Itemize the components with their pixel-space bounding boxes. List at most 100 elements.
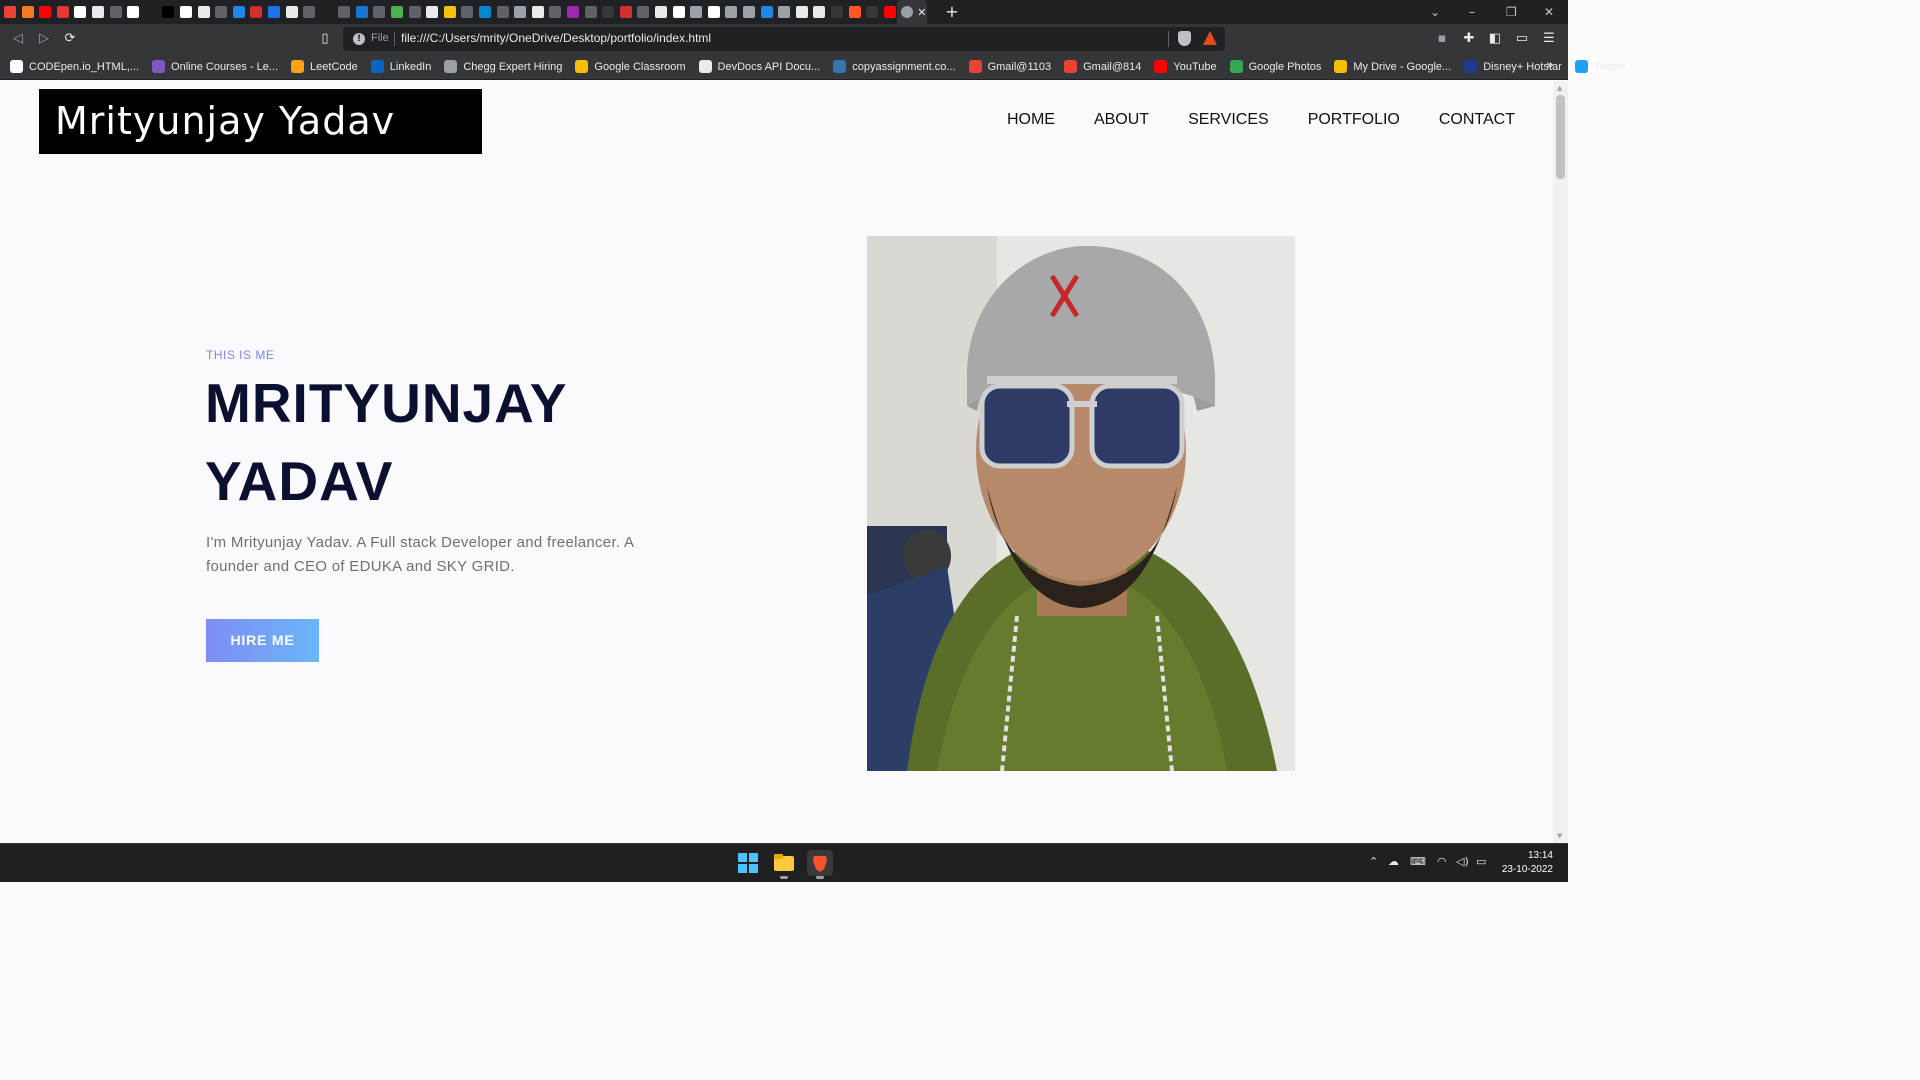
browser-tab[interactable]	[35, 0, 53, 24]
browser-tab[interactable]: W	[70, 0, 88, 24]
browser-tab[interactable]: Ar	[229, 0, 247, 24]
url-text[interactable]: file:///C:/Users/mrity/OneDrive/Desktop/…	[401, 31, 711, 45]
site-logo[interactable]: Mrityunjay Yadav	[39, 89, 482, 154]
browser-tab[interactable]	[53, 0, 71, 24]
browser-tab[interactable]	[440, 0, 458, 24]
brave-browser-icon[interactable]	[807, 850, 833, 879]
sidebar-icon[interactable]: ◧	[1487, 31, 1503, 47]
wallet-icon[interactable]: ▭	[1514, 31, 1530, 47]
browser-tab[interactable]: Se	[282, 0, 300, 24]
show-hidden-icons[interactable]: ⌃	[1369, 855, 1378, 868]
bookmark-item[interactable]: Twitter	[1574, 60, 1626, 73]
scroll-thumb[interactable]	[1556, 95, 1565, 179]
rewards-icon[interactable]	[1203, 31, 1217, 45]
browser-tab[interactable]: C	[457, 0, 475, 24]
onedrive-icon[interactable]: ☁	[1388, 855, 1399, 868]
browser-tab[interactable]: Yc	[422, 0, 440, 24]
bookmark-item[interactable]: Gmail@814	[1064, 60, 1141, 73]
nav-link-services[interactable]: SERVICES	[1188, 111, 1269, 129]
browser-tab[interactable]: Fc	[669, 0, 687, 24]
tab-close-icon[interactable]: ✕	[917, 6, 926, 19]
scroll-down-icon[interactable]: ▼	[1557, 832, 1562, 840]
clock[interactable]: 13:14 23-10-2022	[1502, 849, 1553, 877]
browser-tab[interactable]	[352, 0, 370, 24]
bookmark-item[interactable]: LeetCode	[291, 60, 358, 73]
browser-tab[interactable]	[264, 0, 282, 24]
tab-active[interactable]: ✕	[897, 0, 928, 24]
browser-tab[interactable]: fil	[721, 0, 739, 24]
browser-tab[interactable]: fo	[651, 0, 669, 24]
browser-tab[interactable]	[563, 0, 581, 24]
browser-tab[interactable]	[194, 0, 212, 24]
nav-link-home[interactable]: HOME	[1007, 111, 1055, 129]
browser-tab[interactable]: Be	[158, 0, 176, 24]
browser-tab[interactable]: H	[845, 0, 863, 24]
browser-tab[interactable]: Be	[211, 0, 229, 24]
bookmark-item[interactable]: Online Courses - Le...	[152, 60, 278, 73]
shield-icon[interactable]	[1178, 31, 1191, 46]
browser-tab[interactable]: G	[369, 0, 387, 24]
bookmark-item[interactable]: Google Classroom	[575, 60, 686, 73]
volume-icon[interactable]: ◁)	[1456, 855, 1469, 868]
browser-tab[interactable]: O	[493, 0, 511, 24]
browser-tab[interactable]: C	[633, 0, 651, 24]
bookmark-icon[interactable]: ▯	[317, 31, 333, 47]
bookmark-item[interactable]: Google Photos	[1229, 60, 1321, 73]
browser-tab[interactable]: fo	[299, 0, 317, 24]
keyboard-icon[interactable]: ⌨	[1410, 855, 1426, 868]
browser-tab[interactable]: Yc	[792, 0, 810, 24]
browser-tab[interactable]	[88, 0, 106, 24]
browser-tab[interactable]: fil	[774, 0, 792, 24]
browser-tab[interactable]	[387, 0, 405, 24]
bookmark-item[interactable]: CODEpen.io_HTML,...	[10, 60, 139, 73]
reload-icon[interactable]: ⟳	[62, 31, 78, 47]
wifi-icon[interactable]: ◠	[1437, 855, 1447, 868]
browser-tab[interactable]: D	[757, 0, 775, 24]
bookmark-item[interactable]: Chegg Expert Hiring	[444, 60, 562, 73]
scroll-up-icon[interactable]: ▲	[1557, 84, 1562, 92]
hire-me-button[interactable]: HIRE ME	[206, 619, 319, 662]
browser-tab[interactable]: m	[246, 0, 264, 24]
nav-link-portfolio[interactable]: PORTFOLIO	[1308, 111, 1400, 129]
bookmark-item[interactable]: YouTube	[1154, 60, 1217, 73]
bookmark-item[interactable]: copyassignment.co...	[833, 60, 956, 73]
browser-tab[interactable]: St	[334, 0, 352, 24]
browser-tab[interactable]: fil	[739, 0, 757, 24]
browser-tab[interactable]	[616, 0, 634, 24]
bookmark-item[interactable]: LinkedIn	[370, 60, 431, 73]
new-tab-button[interactable]: +	[945, 4, 958, 20]
browser-tab[interactable]	[528, 0, 546, 24]
browser-tab[interactable]: C	[0, 0, 18, 24]
browser-tab[interactable]: W	[123, 0, 141, 24]
bookmark-item[interactable]: Gmail@1103	[968, 60, 1051, 73]
browser-tab[interactable]	[141, 0, 159, 24]
nav-link-about[interactable]: ABOUT	[1094, 111, 1149, 129]
close-window-button[interactable]: ✕	[1544, 0, 1554, 24]
browser-tab[interactable]: Si	[405, 0, 423, 24]
restore-button[interactable]: ❐	[1506, 0, 1517, 24]
battery-icon[interactable]: ▭	[1476, 855, 1486, 868]
page-scrollbar[interactable]: ▲ ▼	[1553, 81, 1568, 843]
browser-tab[interactable]: New T	[862, 0, 880, 24]
minimize-button[interactable]: –	[1469, 0, 1475, 24]
menu-icon[interactable]: ☰	[1541, 31, 1557, 47]
browser-tab[interactable]: Te	[176, 0, 194, 24]
nav-link-contact[interactable]: CONTACT	[1439, 111, 1515, 129]
bookmark-item[interactable]: DevDocs API Docu...	[698, 60, 820, 73]
browser-tab[interactable]	[317, 0, 335, 24]
bookmark-item[interactable]: My Drive - Google...	[1334, 60, 1451, 73]
browser-tab[interactable]: fa	[545, 0, 563, 24]
back-icon[interactable]: ◁	[10, 31, 26, 47]
browser-tab[interactable]: fil	[686, 0, 704, 24]
browser-tab[interactable]: lo	[704, 0, 722, 24]
browser-tab[interactable]: Al	[809, 0, 827, 24]
info-icon[interactable]: !	[353, 33, 365, 45]
browser-tab[interactable]: M	[581, 0, 599, 24]
forward-icon[interactable]: ▷	[36, 31, 52, 47]
browser-tab[interactable]: SI	[510, 0, 528, 24]
browser-tab[interactable]: New T	[598, 0, 616, 24]
browser-tab[interactable]: H	[880, 0, 898, 24]
browser-tab[interactable]: B	[475, 0, 493, 24]
extension-icon[interactable]: ▪	[1434, 31, 1450, 47]
puzzle-icon[interactable]: ✚	[1461, 31, 1477, 47]
